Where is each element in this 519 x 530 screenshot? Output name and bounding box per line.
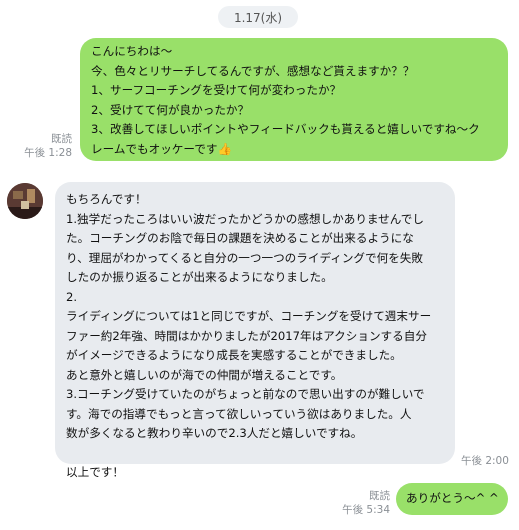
message-2-status: 午後 2:00 bbox=[461, 454, 517, 468]
message-line: もちろんです！ bbox=[66, 192, 147, 206]
message-line: ライディングについては1と同じですが、コーチングを受けて週末サー bbox=[66, 309, 432, 323]
message-3-status: 既読 午後 5:34 bbox=[336, 489, 390, 517]
timestamp: 午後 5:34 bbox=[342, 504, 390, 516]
message-line: したのか振り返ることが出来るようになりました。 bbox=[66, 270, 333, 284]
read-receipt: 既読 bbox=[51, 133, 72, 145]
contact-avatar[interactable] bbox=[7, 183, 43, 219]
message-line: 1.独学だったころはいい波だったかどうかの感想しかありませんでし bbox=[66, 211, 424, 226]
timestamp: 午後 2:00 bbox=[461, 455, 509, 467]
message-line: 以上です！ bbox=[66, 465, 124, 479]
message-line: 今、色々とリサーチしてるんですが、感想など貰えますか？？ bbox=[91, 63, 415, 78]
timestamp: 午後 1:28 bbox=[24, 147, 72, 159]
message-line: り、理屈がわかってくると自分の一つ一つのライディングで何を失敗 bbox=[66, 250, 423, 265]
date-label: 1.17(水) bbox=[233, 10, 283, 25]
incoming-message-2[interactable]: もちろんです！ 1.独学だったころはいい波だったかどうかの感想しかありませんでし… bbox=[55, 182, 455, 479]
read-receipt: 既読 bbox=[369, 490, 390, 502]
message-line: 3.コーチング受けていたのがちょっと前なので思い出すのが難しいで bbox=[66, 387, 425, 401]
message-line: ありがとう〜^ ^ bbox=[406, 491, 499, 505]
message-line: た。コーチングのお陰で毎日の課題を決めることが出来るようにな bbox=[66, 231, 414, 245]
outgoing-message-1[interactable]: こんにちわは〜 今、色々とリサーチしてるんですが、感想など貰えますか？？ 1、サ… bbox=[80, 38, 508, 161]
message-line: 1、サーフコーチングを受けて何が変わったか？ bbox=[91, 83, 342, 97]
message-line: 3、改善してほしいポイントやフィードバックも貰えると嬉しいですね〜ク bbox=[91, 122, 480, 136]
message-line: ファー約2年強、時間はかかりましたが2017年はアクションする自分 bbox=[66, 328, 427, 343]
date-separator: 1.17(水) bbox=[218, 6, 298, 28]
message-line: あと意外と嬉しいのが海での仲間が増えることです。 bbox=[66, 367, 343, 382]
message-line: 2、受けてて何が良かったか？ bbox=[91, 102, 250, 117]
message-line: 数が多くなると教わり辛いので2.3人だと嬉しいですね。 bbox=[66, 426, 363, 440]
message-line: レームでもオッケーです👍 bbox=[91, 141, 232, 156]
avatar-photo-icon bbox=[7, 183, 43, 219]
message-line: こんにちわは〜 bbox=[91, 44, 173, 58]
message-line: がイメージできるようになり成長を実感することができました。 bbox=[66, 348, 402, 362]
message-1-status: 既読 午後 1:28 bbox=[20, 132, 72, 160]
outgoing-message-3[interactable]: ありがとう〜^ ^ bbox=[396, 483, 508, 515]
message-line: す。海での指導でもっと言って欲しいっていう欲はありました。人 bbox=[66, 406, 412, 421]
message-line: 2. bbox=[66, 289, 78, 304]
message-line bbox=[66, 444, 445, 464]
